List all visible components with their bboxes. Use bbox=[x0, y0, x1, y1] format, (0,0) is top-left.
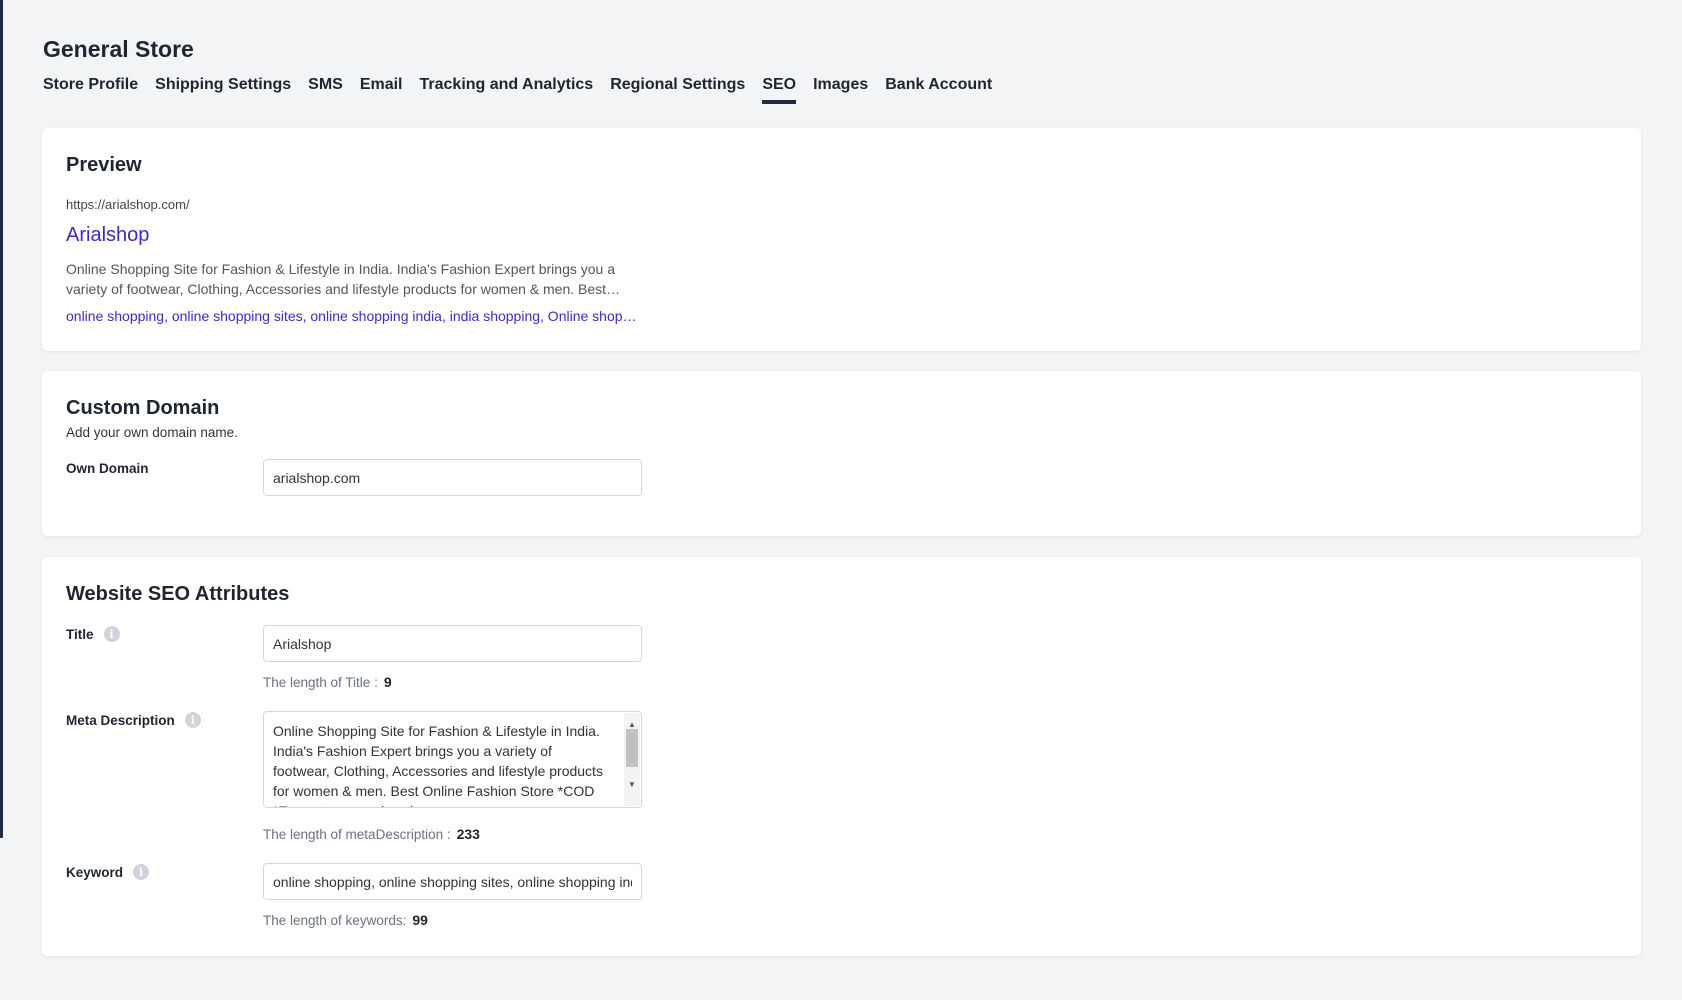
info-icon[interactable]: i bbox=[133, 864, 150, 880]
info-icon[interactable]: i bbox=[184, 712, 201, 728]
tab-seo[interactable]: SEO bbox=[762, 76, 796, 104]
preview-keywords: online shopping, online shopping sites, … bbox=[66, 308, 637, 324]
title-input[interactable] bbox=[263, 625, 642, 662]
tab-tracking-analytics[interactable]: Tracking and Analytics bbox=[420, 76, 594, 102]
own-domain-label-text: Own Domain bbox=[66, 461, 149, 476]
meta-label-text: Meta Description bbox=[66, 712, 175, 728]
settings-tabs: Store Profile Shipping Settings SMS Emai… bbox=[43, 76, 992, 104]
meta-length-value: 233 bbox=[456, 826, 480, 842]
meta-description-label: Meta Description i bbox=[66, 712, 201, 728]
tab-regional-settings[interactable]: Regional Settings bbox=[610, 76, 745, 102]
tab-shipping-settings[interactable]: Shipping Settings bbox=[155, 76, 291, 102]
tab-images[interactable]: Images bbox=[813, 76, 868, 102]
custom-domain-card: Custom Domain Add your own domain name. … bbox=[42, 371, 1641, 536]
keyword-input[interactable] bbox=[263, 863, 642, 900]
seo-attributes-card: Website SEO Attributes Titlei The length… bbox=[42, 557, 1641, 956]
title-label-text: Title bbox=[66, 626, 94, 642]
textarea-scrollbar[interactable]: ▲ ▼ bbox=[624, 713, 640, 806]
custom-domain-subtitle: Add your own domain name. bbox=[66, 425, 238, 440]
scroll-thumb[interactable] bbox=[626, 729, 638, 767]
preview-url: https://arialshop.com/ bbox=[66, 197, 190, 212]
keyword-length-label: The length of keywords: bbox=[263, 913, 407, 928]
own-domain-input[interactable] bbox=[263, 459, 642, 496]
title-length: The length of Title : 9 bbox=[263, 674, 392, 690]
meta-description-text: Online Shopping Site for Fashion & Lifes… bbox=[273, 723, 603, 807]
tab-bank-account[interactable]: Bank Account bbox=[885, 76, 992, 102]
keyword-length-value: 99 bbox=[412, 912, 428, 928]
left-edge-bar bbox=[0, 0, 3, 838]
info-icon[interactable]: i bbox=[103, 626, 120, 642]
title-length-label: The length of Title : bbox=[263, 675, 378, 690]
keyword-length: The length of keywords: 99 bbox=[263, 912, 428, 928]
tab-sms[interactable]: SMS bbox=[308, 76, 343, 102]
preview-heading: Preview bbox=[66, 154, 142, 176]
title-length-value: 9 bbox=[383, 674, 392, 690]
tab-email[interactable]: Email bbox=[360, 76, 403, 102]
own-domain-label: Own Domain bbox=[66, 461, 149, 476]
meta-description-textarea[interactable]: Online Shopping Site for Fashion & Lifes… bbox=[263, 711, 642, 808]
page-title: General Store bbox=[43, 36, 194, 62]
scroll-down-icon[interactable]: ▼ bbox=[628, 775, 636, 795]
meta-length-label: The length of metaDescription : bbox=[263, 827, 451, 842]
tab-store-profile[interactable]: Store Profile bbox=[43, 76, 138, 102]
title-label: Title i bbox=[66, 626, 120, 642]
keyword-label-text: Keyword bbox=[66, 864, 124, 880]
preview-description: Online Shopping Site for Fashion & Lifes… bbox=[66, 261, 621, 297]
custom-domain-heading: Custom Domain bbox=[66, 397, 220, 419]
preview-card: Preview https://arialshop.com/ Arialshop… bbox=[42, 128, 1641, 351]
seo-heading: Website SEO Attributes bbox=[66, 583, 290, 605]
preview-title: Arialshop bbox=[66, 224, 150, 246]
meta-length: The length of metaDescription : 233 bbox=[263, 826, 480, 842]
keyword-label: Keyword i bbox=[66, 864, 150, 880]
